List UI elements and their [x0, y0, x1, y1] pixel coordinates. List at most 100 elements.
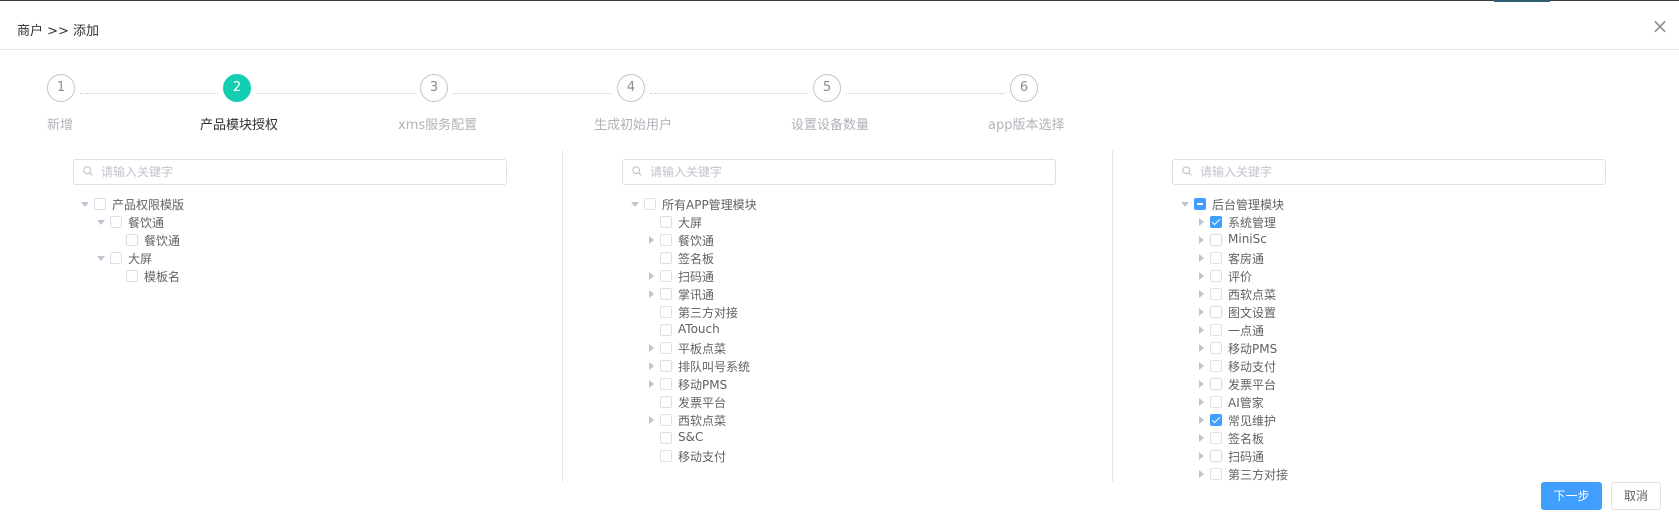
admin-module-search-box[interactable] [1172, 159, 1606, 185]
tree-node-checkbox[interactable] [126, 270, 138, 282]
step-number: 3 [420, 74, 448, 102]
tree-node-label: 模板名 [144, 270, 181, 284]
caret-right-icon[interactable] [1199, 398, 1204, 406]
window-top-accent [1494, 0, 1550, 2]
tree-node-label: 后台管理模块 [1212, 198, 1285, 212]
admin-module-search-input[interactable] [1200, 162, 1590, 182]
caret-right-icon[interactable] [1199, 362, 1204, 370]
tree-node-label: 扫码通 [678, 270, 715, 284]
template-search-box[interactable] [73, 159, 507, 185]
tree-node-label: 掌讯通 [678, 288, 715, 302]
tree-node-checkbox[interactable] [660, 252, 672, 264]
tree-node-checkbox[interactable] [1210, 432, 1222, 444]
tree-node-checkbox[interactable] [660, 450, 672, 462]
tree-node-checkbox[interactable] [660, 378, 672, 390]
tree-node-label: 西软点菜 [678, 414, 727, 428]
close-icon[interactable]: × [1650, 16, 1670, 36]
caret-right-icon[interactable] [649, 272, 654, 280]
caret-right-icon[interactable] [1199, 416, 1204, 424]
caret-right-icon[interactable] [1199, 254, 1204, 262]
tree-node-checkbox[interactable] [1210, 378, 1222, 390]
caret-right-icon[interactable] [1199, 326, 1204, 334]
tree-node-checkbox[interactable] [1210, 324, 1222, 336]
caret-right-icon[interactable] [1199, 380, 1204, 388]
caret-right-icon[interactable] [649, 380, 654, 388]
next-step-button[interactable]: 下一步 [1541, 482, 1602, 510]
template-search-input[interactable] [101, 162, 491, 182]
tree-node-label: 签名板 [678, 252, 715, 266]
column-divider [1112, 150, 1113, 482]
caret-down-icon[interactable] [631, 202, 639, 207]
caret-right-icon[interactable] [649, 362, 654, 370]
tree-node-checkbox[interactable] [1210, 360, 1222, 372]
caret-right-icon[interactable] [1199, 290, 1204, 298]
tree-node-checkbox[interactable] [1210, 306, 1222, 318]
tree-node-label: 西软点菜 [1228, 288, 1277, 302]
step-connector [256, 93, 415, 94]
tree-node-checkbox[interactable] [660, 216, 672, 228]
caret-right-icon[interactable] [649, 290, 654, 298]
caret-right-icon[interactable] [1199, 272, 1204, 280]
step-label: 新增 [47, 118, 74, 133]
tree-node-label: MiniSc [1228, 232, 1267, 246]
caret-right-icon[interactable] [1199, 434, 1204, 442]
caret-right-icon[interactable] [1199, 470, 1204, 478]
tree-node-checkbox[interactable] [126, 234, 138, 246]
tree-node-label: 产品权限模版 [112, 198, 185, 212]
tree-node-checkbox[interactable] [644, 198, 656, 210]
tree-node-checkbox[interactable] [1210, 396, 1222, 408]
tree-node-label: 图文设置 [1228, 306, 1277, 320]
tree-node-checkbox[interactable] [1210, 468, 1222, 480]
tree-node-checkbox[interactable] [660, 414, 672, 426]
tree-node-checkbox[interactable] [94, 198, 106, 210]
tree-node-checkbox[interactable] [1194, 198, 1206, 210]
tree-node-checkbox[interactable] [1210, 234, 1222, 246]
caret-down-icon[interactable] [97, 256, 105, 261]
caret-right-icon[interactable] [1199, 218, 1204, 226]
search-icon [632, 166, 642, 176]
tree-node-checkbox[interactable] [660, 234, 672, 246]
step-label: 设置设备数量 [791, 118, 870, 133]
tree-node-checkbox[interactable] [660, 288, 672, 300]
search-icon [83, 166, 93, 176]
cancel-button[interactable]: 取消 [1611, 482, 1661, 510]
tree-node-checkbox[interactable] [1210, 342, 1222, 354]
tree-node-checkbox[interactable] [660, 324, 672, 336]
caret-right-icon[interactable] [649, 344, 654, 352]
step-number: 6 [1010, 74, 1038, 102]
tree-node-checkbox[interactable] [660, 270, 672, 282]
caret-right-icon[interactable] [1199, 344, 1204, 352]
caret-down-icon[interactable] [81, 202, 89, 207]
step-connector [846, 93, 1005, 94]
tree-node-checkbox[interactable] [660, 396, 672, 408]
app-module-search-box[interactable] [622, 159, 1056, 185]
tree-node-checkbox[interactable] [660, 306, 672, 318]
tree-node-label: 移动PMS [678, 378, 728, 392]
tree-node-checkbox[interactable] [660, 342, 672, 354]
caret-down-icon[interactable] [1181, 202, 1189, 207]
step-number: 2 [223, 74, 251, 102]
tree-node-checkbox[interactable] [1210, 414, 1222, 426]
tree-node-checkbox[interactable] [660, 432, 672, 444]
caret-right-icon[interactable] [649, 236, 654, 244]
tree-node-checkbox[interactable] [1210, 252, 1222, 264]
caret-right-icon[interactable] [1199, 452, 1204, 460]
caret-right-icon[interactable] [1199, 308, 1204, 316]
tree-node-checkbox[interactable] [110, 252, 122, 264]
tree-node-checkbox[interactable] [1210, 270, 1222, 282]
tree-node-label: 一点通 [1228, 324, 1265, 338]
tree-node-checkbox[interactable] [1210, 288, 1222, 300]
caret-down-icon[interactable] [97, 220, 105, 225]
tree-node-label: S&C [678, 430, 704, 444]
caret-right-icon[interactable] [1199, 236, 1204, 244]
step-label: 产品模块授权 [200, 118, 279, 133]
tree-node-checkbox[interactable] [1210, 216, 1222, 228]
app-module-search-input[interactable] [650, 162, 1040, 182]
caret-right-icon[interactable] [649, 416, 654, 424]
tree-node-checkbox[interactable] [660, 360, 672, 372]
tree-node-label: AI管家 [1228, 396, 1264, 410]
step-label: xms服务配置 [398, 118, 478, 133]
tree-node-checkbox[interactable] [110, 216, 122, 228]
step-number: 1 [47, 74, 75, 102]
tree-node-checkbox[interactable] [1210, 450, 1222, 462]
